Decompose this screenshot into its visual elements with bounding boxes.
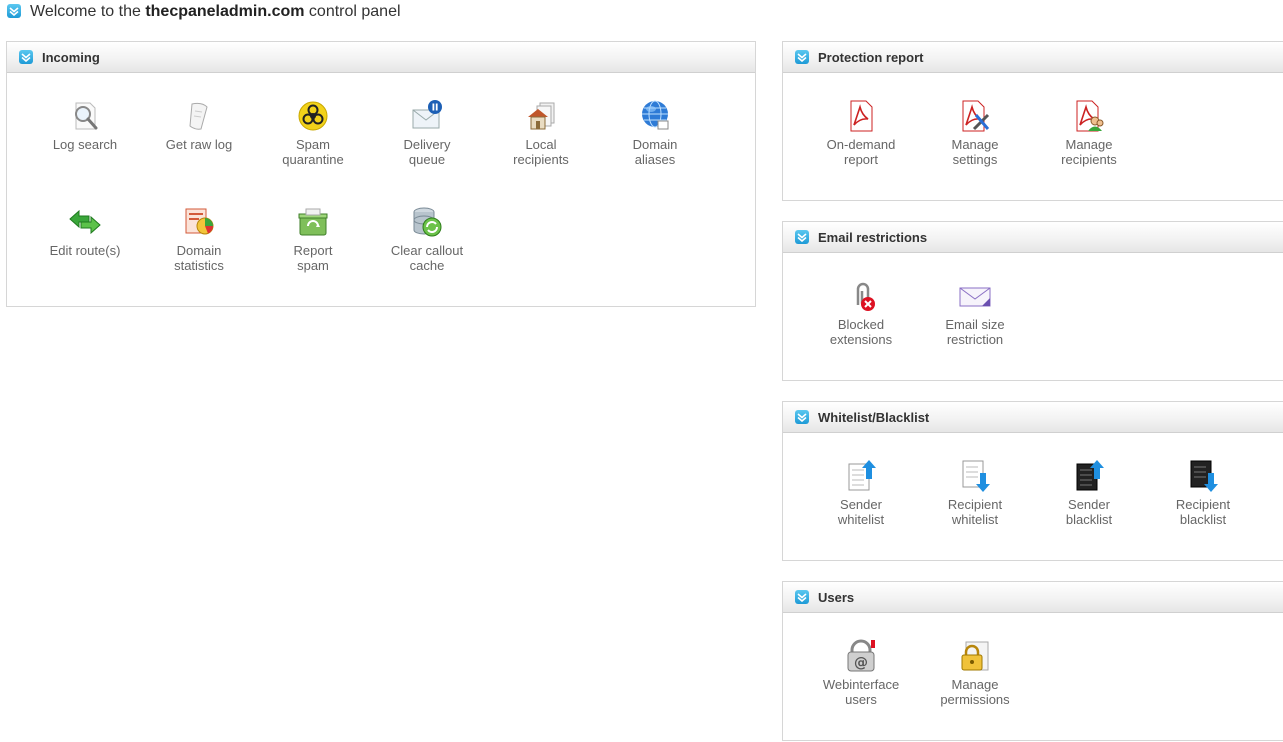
white-list-down-icon (962, 460, 990, 492)
panel-whitelist-blacklist: Whitelist/Blacklist Sender whitelist Rec… (782, 401, 1283, 561)
svg-text:@: @ (854, 655, 868, 671)
sender-whitelist-link[interactable]: Sender whitelist (804, 459, 918, 527)
blocked-extensions-link[interactable]: Blocked extensions (804, 279, 918, 347)
panel-incoming: Incoming Log search Get raw log Spam qua… (6, 41, 756, 307)
report-spam-link[interactable]: Report spam (256, 205, 370, 273)
collapse-toggle-icon[interactable] (795, 590, 809, 604)
panel-title: Email restrictions (818, 229, 928, 245)
welcome-domain: thecpaneladmin.com (145, 3, 305, 20)
mail-pause-icon (412, 100, 442, 129)
black-list-down-icon (1190, 460, 1218, 492)
recipient-blacklist-link[interactable]: Recipient blacklist (1146, 459, 1260, 527)
panel-users: Users @ Webinterface users Manage permis… (782, 581, 1283, 741)
panel-header-protection-report: Protection report (783, 42, 1283, 73)
email-size-restriction-link[interactable]: Email size restriction (918, 279, 1032, 347)
domain-aliases-link[interactable]: Domain aliases (598, 99, 712, 167)
magnifier-icon (75, 102, 98, 130)
sender-blacklist-link[interactable]: Sender blacklist (1032, 459, 1146, 527)
scroll-icon (189, 102, 208, 130)
white-list-up-icon (848, 460, 876, 491)
arrows-icon (69, 209, 101, 235)
item-label: Sender blacklist (1065, 497, 1113, 527)
at-lock-icon: @ (847, 639, 875, 672)
local-recipients-link[interactable]: Local recipients (484, 99, 598, 167)
manage-recipients-link[interactable]: Manage recipients (1032, 99, 1146, 167)
edit-routes-link[interactable]: Edit route(s) (28, 205, 142, 258)
on-demand-report-link[interactable]: On-demand report (804, 99, 918, 167)
item-label: On-demand report (826, 137, 896, 167)
item-label: Manage settings (951, 137, 999, 167)
chart-icon (185, 208, 214, 235)
collapse-toggle-icon[interactable] (795, 410, 809, 424)
item-label: Manage recipients (1061, 137, 1117, 167)
manage-permissions-link[interactable]: Manage permissions (918, 639, 1032, 707)
panel-title: Incoming (42, 49, 100, 65)
welcome-prefix: Welcome to the (30, 3, 146, 20)
collapse-toggle-icon[interactable] (19, 50, 33, 64)
panel-title: Protection report (818, 49, 924, 65)
item-label: Sender whitelist (837, 497, 885, 527)
item-label: Delivery queue (403, 137, 451, 167)
welcome-heading: Welcome to the thecpaneladmin.com contro… (7, 3, 401, 21)
item-label: Domain aliases (632, 137, 678, 167)
item-label: Blocked extensions (829, 317, 893, 347)
item-label: Manage permissions (940, 677, 1010, 707)
collapse-toggle-icon[interactable] (795, 50, 809, 64)
panel-header-whitelist-blacklist: Whitelist/Blacklist (783, 402, 1283, 433)
item-label: Log search (52, 137, 118, 152)
black-list-up-icon (1076, 460, 1104, 491)
pdf-settings-icon (962, 100, 990, 132)
database-refresh-icon (413, 207, 442, 237)
globe-icon (642, 100, 669, 130)
panel-header-incoming: Incoming (7, 42, 755, 73)
recipient-whitelist-link[interactable]: Recipient whitelist (918, 459, 1032, 527)
item-label: Report spam (293, 243, 333, 273)
panel-title: Whitelist/Blacklist (818, 409, 930, 425)
item-label: Clear callout cache (390, 243, 464, 273)
clear-callout-cache-link[interactable]: Clear callout cache (370, 205, 484, 273)
item-label: Local recipients (513, 137, 569, 167)
collapse-toggle-icon[interactable] (7, 3, 21, 18)
collapse-toggle-icon[interactable] (795, 230, 809, 244)
item-label: Webinterface users (822, 677, 900, 707)
welcome-suffix: control panel (304, 3, 401, 20)
pdf-icon (850, 100, 873, 132)
item-label: Recipient blacklist (1175, 497, 1231, 527)
panel-title: Users (818, 589, 855, 605)
domain-statistics-link[interactable]: Domain statistics (142, 205, 256, 273)
item-label: Edit route(s) (49, 243, 121, 258)
pdf-users-icon (1076, 100, 1104, 132)
webinterface-users-link[interactable]: @ Webinterface users (804, 639, 918, 707)
envelope-icon (959, 287, 991, 307)
get-raw-log-link[interactable]: Get raw log (142, 99, 256, 152)
panel-header-users: Users (783, 582, 1283, 613)
recycle-bin-icon (298, 208, 328, 236)
padlock-icon (961, 641, 989, 671)
manage-settings-link[interactable]: Manage settings (918, 99, 1032, 167)
panel-protection-report: Protection report On-demand report Manag… (782, 41, 1283, 201)
item-label: Domain statistics (174, 243, 224, 273)
item-label: Recipient whitelist (947, 497, 1003, 527)
panel-header-email-restrictions: Email restrictions (783, 222, 1283, 253)
house-icon (528, 102, 555, 130)
spam-quarantine-link[interactable]: Spam quarantine (256, 99, 370, 167)
log-search-link[interactable]: Log search (28, 99, 142, 152)
item-label: Email size restriction (945, 317, 1005, 347)
item-label: Get raw log (165, 137, 233, 152)
blocked-attachment-icon (856, 282, 875, 311)
panel-email-restrictions: Email restrictions Blocked extensions Em… (782, 221, 1283, 381)
biohazard-icon (298, 101, 328, 131)
delivery-queue-link[interactable]: Delivery queue (370, 99, 484, 167)
item-label: Spam quarantine (282, 137, 344, 167)
